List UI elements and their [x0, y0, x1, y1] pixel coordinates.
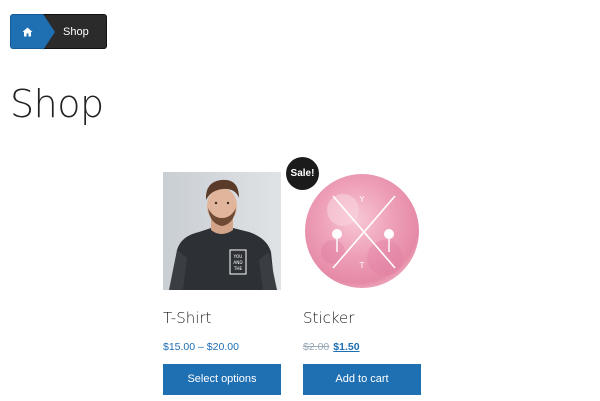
- shirt-print-line-1: YOU: [233, 254, 243, 259]
- product-card-tshirt: YOU AND THE T-Shirt $15.00 – $20.00 Sele…: [163, 172, 281, 395]
- product-sale-price: $1.50: [333, 341, 360, 353]
- product-price-sticker: $2.00 $1.50: [303, 341, 421, 355]
- select-options-button[interactable]: Select options: [163, 364, 281, 395]
- tshirt-product-image: YOU AND THE: [163, 172, 281, 290]
- page-title: Shop: [10, 82, 104, 126]
- add-to-cart-button[interactable]: Add to cart: [303, 364, 421, 395]
- home-icon: [22, 27, 32, 36]
- product-card-sticker: Y T Sticker $2.00 $1.50 Add to cart: [303, 172, 421, 395]
- product-image-link-sticker[interactable]: Y T: [303, 172, 421, 290]
- sticker-letter-top: Y: [359, 195, 365, 204]
- shirt-print-line-2: AND: [233, 260, 242, 265]
- product-price-tshirt: $15.00 – $20.00: [163, 341, 239, 353]
- product-title-tshirt[interactable]: T-Shirt: [163, 309, 281, 327]
- product-title-sticker[interactable]: Sticker: [303, 309, 421, 327]
- sticker-letter-bottom: T: [359, 261, 365, 270]
- breadcrumb: Shop: [10, 14, 107, 50]
- product-old-price: $2.00: [303, 341, 330, 353]
- shop-page: Shop Shop Sale! YOU AND THE T-Shirt $15.…: [0, 0, 600, 401]
- sticker-product-image: Y T: [303, 172, 421, 290]
- product-image-link-tshirt[interactable]: YOU AND THE: [163, 172, 281, 290]
- sale-badge: Sale!: [286, 157, 319, 190]
- breadcrumb-home-link[interactable]: [10, 14, 55, 50]
- shirt-print-line-3: THE: [233, 266, 243, 271]
